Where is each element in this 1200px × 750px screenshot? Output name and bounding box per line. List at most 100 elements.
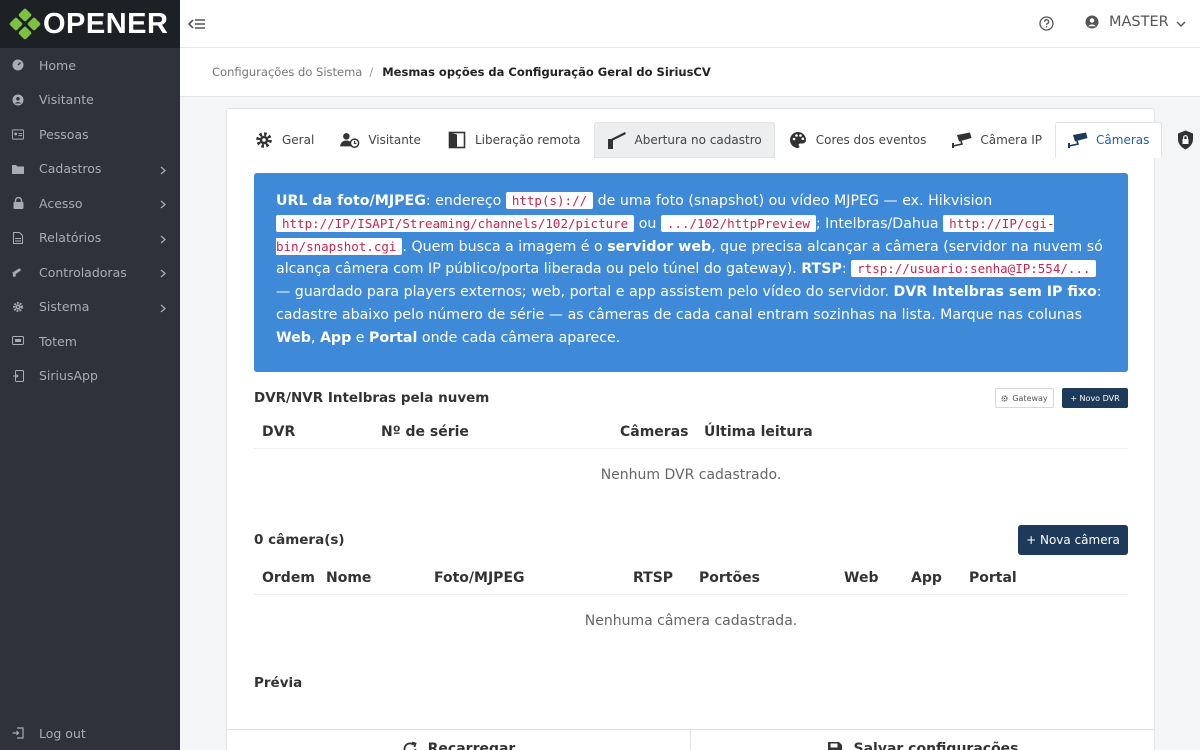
- brand-logo[interactable]: OPENER: [0, 0, 180, 48]
- brand-name: OPENER: [43, 7, 169, 40]
- breadcrumb-separator: /: [369, 65, 374, 79]
- user-menu[interactable]: MASTER: [1085, 14, 1186, 30]
- sidebar-item-label: Relatórios: [39, 230, 102, 246]
- totem-icon: [12, 335, 24, 347]
- save-button[interactable]: Salvar configurações: [692, 730, 1154, 750]
- tab-liberacao-remota[interactable]: Liberação remota: [434, 122, 594, 158]
- chevron-right-icon: [160, 232, 166, 247]
- breadcrumb-parent[interactable]: Configurações do Sistema: [212, 65, 362, 79]
- folder-icon: [12, 163, 24, 175]
- tab-label: Liberação remota: [474, 133, 581, 147]
- cctv-icon: [1068, 131, 1088, 149]
- tab-label: Visitante: [368, 133, 421, 147]
- tab-geral[interactable]: Geral: [241, 122, 327, 158]
- logout-label: Log out: [39, 725, 86, 741]
- sidebar-toggle-icon[interactable]: [186, 14, 208, 34]
- column-header: Última leitura: [704, 424, 813, 440]
- tab-cores-dos-eventos[interactable]: Cores dos eventos: [775, 122, 940, 158]
- user-circle-icon: [12, 94, 24, 106]
- save-label: Salvar configurações: [853, 741, 1019, 750]
- breadcrumb: Configurações do Sistema / Mesmas opções…: [180, 48, 1200, 97]
- palette-icon: [788, 131, 808, 149]
- sidebar-item-label: Totem: [39, 333, 77, 349]
- id-card-icon: [12, 128, 24, 140]
- tab-camera-ip[interactable]: Câmera IP: [939, 122, 1055, 158]
- tab-label: Abertura no cadastro: [634, 133, 762, 147]
- column-header: DVR: [262, 424, 296, 440]
- controller-icon: [12, 266, 24, 278]
- user-clock-icon: [340, 131, 360, 149]
- help-icon[interactable]: [1039, 16, 1055, 32]
- sidebar-item-pessoas[interactable]: Pessoas: [0, 117, 180, 152]
- dvr-section-title: DVR/NVR Intelbras pela nuvem: [254, 390, 490, 406]
- sidebar-item-label: Acesso: [39, 195, 83, 211]
- column-header: App: [911, 570, 942, 586]
- camera-empty-message: Nenhuma câmera cadastrada.: [584, 613, 798, 629]
- gear-icon: [254, 131, 274, 149]
- column-header: Nº de série: [381, 424, 469, 440]
- tab-visitante[interactable]: Visitante: [327, 122, 434, 158]
- sidebar-item-home[interactable]: Home: [0, 48, 180, 83]
- sidebar-item-label: SiriusApp: [39, 368, 98, 384]
- sidebar-item-controladoras[interactable]: Controladoras: [0, 255, 180, 290]
- info-alert: URL da foto/MJPEG: endereço http(s):// d…: [254, 173, 1128, 372]
- chevron-right-icon: [160, 301, 166, 316]
- sidebar-item-siriusapp[interactable]: SiriusApp: [0, 359, 180, 394]
- camera-count: 0 câmera(s): [254, 532, 345, 548]
- sidebar-item-cadastros[interactable]: Cadastros: [0, 152, 180, 187]
- sidebar-item-label: Visitante: [39, 92, 94, 108]
- chevron-right-icon: [160, 197, 166, 212]
- sidebar-item-visitante[interactable]: Visitante: [0, 83, 180, 118]
- app-icon: [12, 369, 24, 382]
- sidebar-item-totem[interactable]: Totem: [0, 324, 180, 359]
- chevron-right-icon: [160, 266, 166, 281]
- chevron-down-icon: [1176, 17, 1186, 27]
- settings-card: Geral Visitante Liberação remota Abertur…: [226, 108, 1193, 750]
- reload-button[interactable]: Recarregar: [227, 730, 691, 750]
- logout-icon: [12, 727, 24, 739]
- sidebar-item-relatorios[interactable]: Relatórios: [0, 221, 180, 256]
- tab-label: Câmeras: [1096, 133, 1150, 147]
- tab-cameras[interactable]: Câmeras: [1055, 122, 1163, 158]
- preview-title: Prévia: [254, 675, 303, 691]
- dvr-table-header: DVR Nº de série Câmeras Última leitura: [254, 416, 1128, 449]
- gear-icon: [12, 301, 24, 313]
- topbar: MASTER: [180, 0, 1200, 48]
- door-icon: [447, 131, 467, 149]
- sidebar-item-label: Pessoas: [39, 126, 89, 142]
- cctv-icon: [952, 131, 972, 149]
- tab-security[interactable]: [1162, 122, 1200, 158]
- gateway-label: Gateway: [1012, 393, 1048, 403]
- column-header: Câmeras: [620, 424, 689, 440]
- sidebar-item-label: Controladoras: [39, 264, 127, 280]
- sidebar-nav: Home Visitante Pessoas Cadastros Acesso …: [0, 48, 180, 393]
- sidebar-item-label: Sistema: [39, 299, 90, 315]
- column-header: Foto/MJPEG: [434, 570, 525, 586]
- dvr-empty-message: Nenhum DVR cadastrado.: [600, 467, 782, 483]
- logo-icon: [8, 7, 42, 41]
- refresh-icon: [402, 741, 418, 750]
- column-header: RTSP: [633, 570, 674, 586]
- shield-icon: [1175, 130, 1195, 150]
- settings-tabs: Geral Visitante Liberação remota Abertur…: [241, 122, 1200, 158]
- sidebar: OPENER Home Visitante Pessoas Cadastros …: [0, 0, 180, 750]
- user-circle-icon: [1085, 15, 1099, 29]
- camera-table-header: Ordem Nome Foto/MJPEG RTSP Portões Web A…: [254, 562, 1128, 595]
- lock-icon: [12, 197, 24, 210]
- sidebar-item-acesso[interactable]: Acesso: [0, 186, 180, 221]
- user-name: MASTER: [1109, 14, 1169, 30]
- column-header: Web: [844, 570, 879, 586]
- tab-label: Cores dos eventos: [815, 133, 927, 147]
- tab-abertura-no-cadastro[interactable]: Abertura no cadastro: [593, 122, 775, 158]
- document-icon: [12, 231, 24, 244]
- floppy-icon: [827, 741, 843, 750]
- chevron-right-icon: [160, 163, 166, 178]
- column-header: Portões: [699, 570, 760, 586]
- logout-link[interactable]: Log out: [0, 716, 180, 750]
- new-camera-button[interactable]: + Nova câmera: [1018, 525, 1128, 555]
- column-header: Portal: [969, 570, 1017, 586]
- speedometer-icon: [12, 59, 24, 71]
- sidebar-item-sistema[interactable]: Sistema: [0, 290, 180, 325]
- new-dvr-button[interactable]: + Novo DVR: [1062, 388, 1128, 408]
- gateway-button[interactable]: Gateway: [995, 388, 1054, 408]
